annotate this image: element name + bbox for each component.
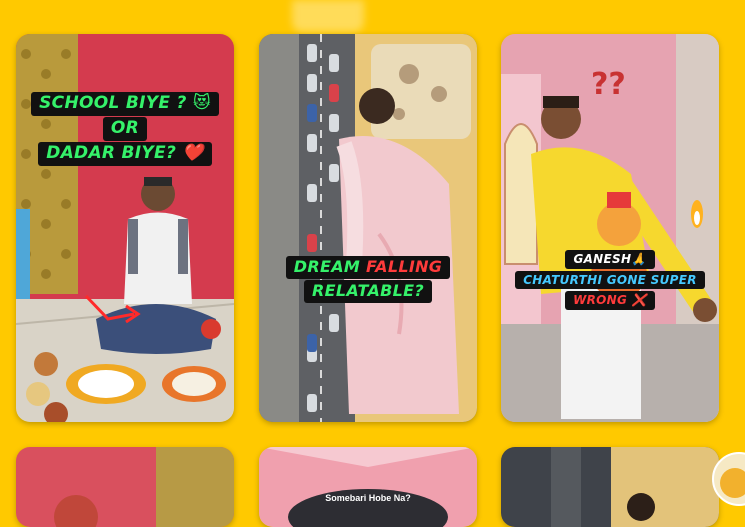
caption-line: RELATABLE? [304,279,432,303]
reel-thumbnail-5 [259,447,477,527]
caption-line: WRONG ❌ [565,291,655,310]
reel-card-6[interactable] [501,447,719,527]
reel-thumbnail-6 [501,447,719,527]
decorative-blob [292,0,364,32]
caption-word: DREAM [293,257,361,276]
reel-caption-3: GANESH🙏 CHATURTHI GONE SUPER WRONG ❌ [501,248,719,310]
reel-caption-2: DREAM FALLING RELATABLE? [259,256,477,303]
reel-thumbnail-4 [16,447,234,527]
reel-card-dream-falling[interactable]: DREAM FALLING RELATABLE? [259,34,477,422]
reel-card-4[interactable] [16,447,234,527]
caption-word: FALLING [366,257,443,276]
reel-thumbnail-2 [259,34,477,422]
svg-text:??: ?? [591,67,626,102]
reel-card-ganesh-chaturthi[interactable]: ?? GANESH🙏 CHATURTHI GONE SUPER WRONG ❌ [501,34,719,422]
caption-line: SCHOOL BIYE ? 😻 [31,92,219,116]
reel-card-5[interactable]: Somebari Hobe Na? [259,447,477,527]
caption-line: OR [102,116,148,141]
reel-thumbnail-3: ?? [501,34,719,422]
reel-caption-1: SCHOOL BIYE ? 😻 OR DADAR BIYE? ❤️ [16,92,234,166]
caption-line: GANESH🙏 [565,250,655,269]
caption-line: CHATURTHI GONE SUPER [515,270,705,290]
reel-card-school-biye[interactable]: SCHOOL BIYE ? 😻 OR DADAR BIYE? ❤️ [16,34,234,422]
caption-line: DADAR BIYE? ❤️ [38,141,212,166]
